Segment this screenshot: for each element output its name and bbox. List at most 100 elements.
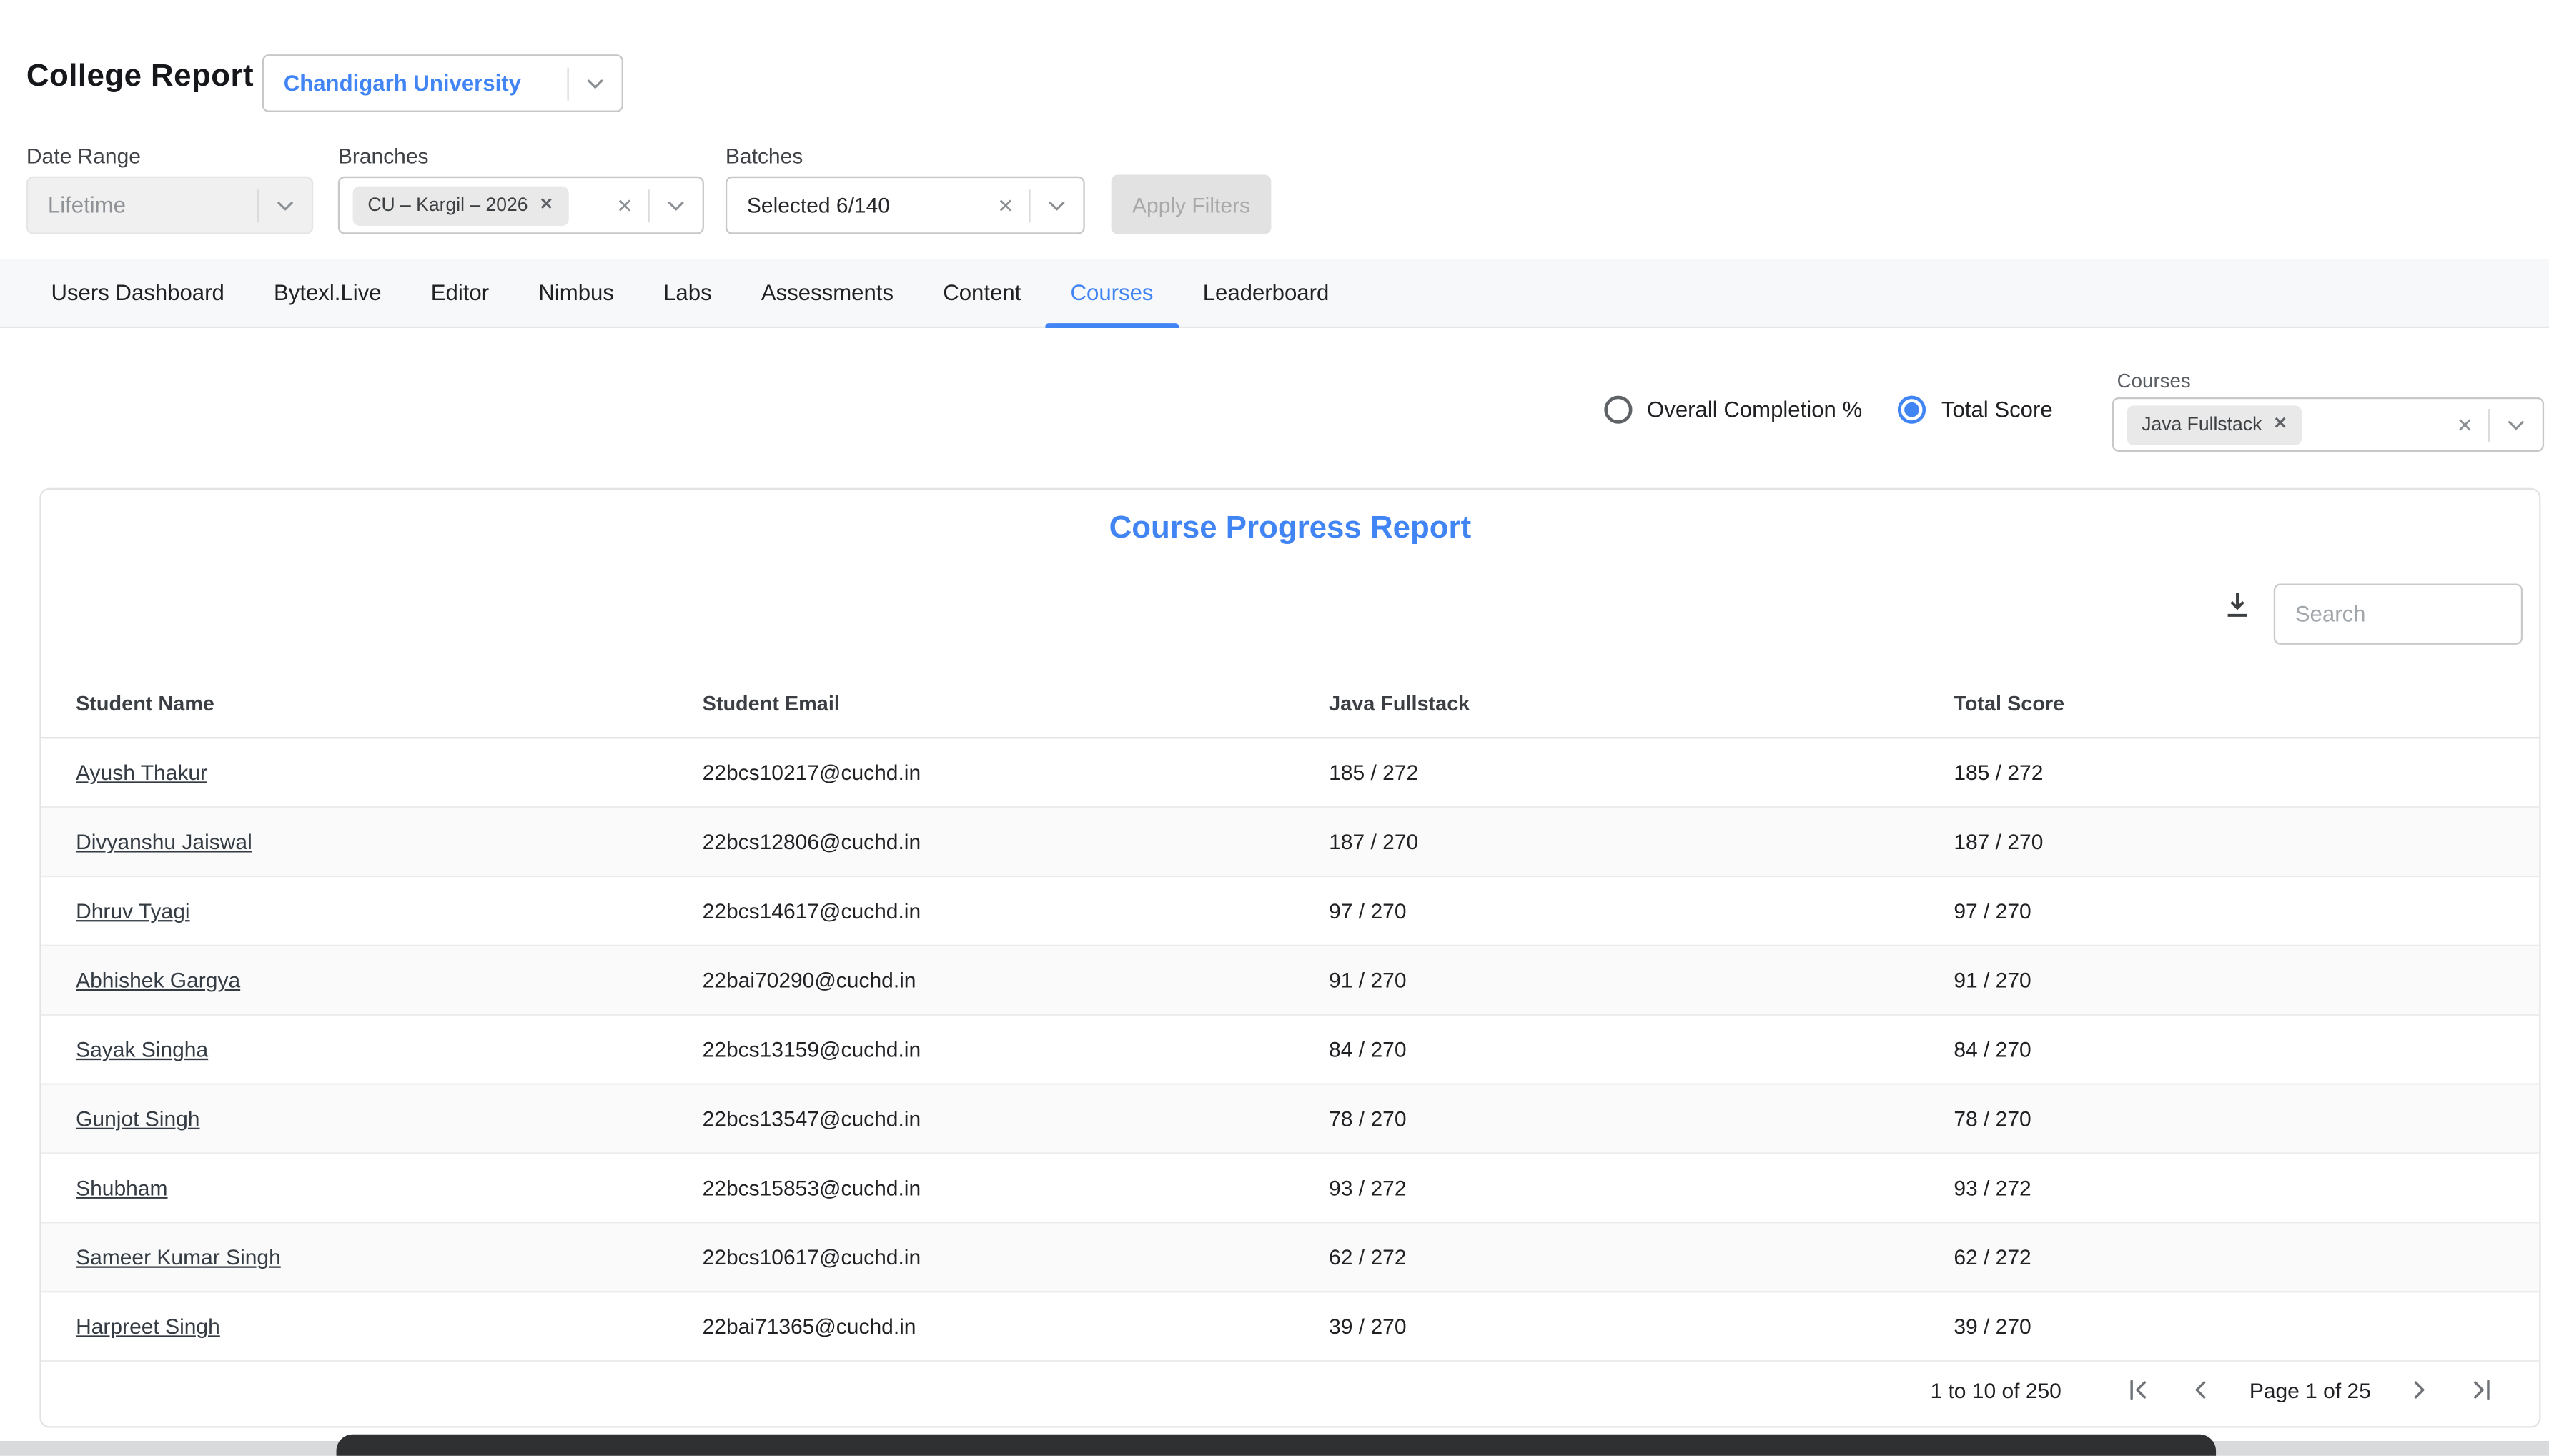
- apply-filters-button[interactable]: Apply Filters: [1112, 174, 1272, 234]
- chevron-down-icon[interactable]: [2490, 411, 2543, 437]
- clear-icon[interactable]: ✕: [602, 194, 648, 217]
- chevron-down-icon[interactable]: [1031, 192, 1084, 219]
- tab-nimbus[interactable]: Nimbus: [514, 259, 639, 327]
- prev-page-button[interactable]: [2180, 1368, 2223, 1411]
- student-email: 22bcs13159@cuchd.in: [703, 1037, 1330, 1062]
- student-name-link[interactable]: Sameer Kumar Singh: [76, 1244, 281, 1269]
- courses-filter-label: Courses: [2117, 370, 2191, 392]
- bottom-overlay-bar: [337, 1435, 2217, 1456]
- college-report-page: College Report | Chandigarh University D…: [0, 0, 2549, 1456]
- branch-chip[interactable]: CU – Kargil – 2026 ✕: [353, 185, 568, 224]
- tab-editor[interactable]: Editor: [406, 259, 514, 327]
- chip-remove-icon[interactable]: ✕: [540, 196, 553, 214]
- tab-label: Labs: [663, 280, 712, 305]
- tab-content[interactable]: Content: [919, 259, 1046, 327]
- java-fullstack-score: 62 / 272: [1329, 1244, 1954, 1269]
- clear-icon[interactable]: ✕: [983, 194, 1029, 217]
- report-card: Course Progress Report Student Name Stud…: [39, 488, 2540, 1428]
- chevron-down-icon[interactable]: [259, 192, 312, 219]
- download-icon: [2221, 588, 2254, 621]
- search-box: [2274, 584, 2523, 645]
- tab-courses[interactable]: Courses: [1046, 259, 1178, 327]
- clear-icon[interactable]: ✕: [2442, 413, 2488, 436]
- java-fullstack-score: 84 / 270: [1329, 1037, 1954, 1062]
- student-email: 22bai71365@cuchd.in: [703, 1314, 1330, 1339]
- tab-users-dashboard[interactable]: Users Dashboard: [26, 259, 249, 327]
- total-score: 91 / 270: [1954, 968, 2539, 993]
- tab-label: Courses: [1071, 280, 1154, 305]
- last-page-button[interactable]: [2460, 1368, 2503, 1411]
- tab-label: Bytexl.Live: [274, 280, 382, 305]
- courses-select[interactable]: Java Fullstack ✕ ✕: [2112, 397, 2544, 452]
- first-page-button[interactable]: [2117, 1368, 2160, 1411]
- first-page-icon: [2124, 1375, 2154, 1405]
- student-name-link[interactable]: Divyanshu Jaiswal: [76, 829, 252, 854]
- student-email: 22bcs10217@cuchd.in: [703, 760, 1330, 785]
- student-name-link[interactable]: Ayush Thakur: [76, 760, 207, 785]
- batches-value: Selected 6/140: [727, 193, 982, 218]
- student-email: 22bai70290@cuchd.in: [703, 968, 1330, 993]
- tab-label: Leaderboard: [1203, 280, 1330, 305]
- chevron-left-icon: [2187, 1375, 2217, 1405]
- batches-label: Batches: [726, 144, 803, 169]
- branch-chip-label: CU – Kargil – 2026: [367, 195, 528, 215]
- tab-label: Assessments: [761, 280, 894, 305]
- chevron-down-icon[interactable]: [569, 70, 622, 96]
- student-name-link[interactable]: Gunjot Singh: [76, 1106, 199, 1131]
- tab-labs[interactable]: Labs: [639, 259, 737, 327]
- branches-select[interactable]: CU – Kargil – 2026 ✕ ✕: [338, 177, 704, 234]
- table-row: Sayak Singha 22bcs13159@cuchd.in 84 / 27…: [41, 1016, 2539, 1085]
- radio-total-score[interactable]: Total Score: [1899, 396, 2053, 424]
- student-email: 22bcs14617@cuchd.in: [703, 898, 1330, 923]
- tab-label: Users Dashboard: [51, 280, 224, 305]
- radio-icon: [1899, 396, 1926, 424]
- java-fullstack-score: 93 / 272: [1329, 1176, 1954, 1201]
- course-chip-label: Java Fullstack: [2142, 415, 2262, 435]
- tab-assessments[interactable]: Assessments: [736, 259, 918, 327]
- total-score: 84 / 270: [1954, 1037, 2539, 1062]
- university-select[interactable]: Chandigarh University: [262, 54, 623, 112]
- java-fullstack-score: 78 / 270: [1329, 1106, 1954, 1131]
- tab-bytexl-live[interactable]: Bytexl.Live: [249, 259, 406, 327]
- table-row: Gunjot Singh 22bcs13547@cuchd.in 78 / 27…: [41, 1085, 2539, 1154]
- chevron-right-icon: [2404, 1375, 2434, 1405]
- total-score: 93 / 272: [1954, 1176, 2539, 1201]
- student-name-link[interactable]: Harpreet Singh: [76, 1314, 220, 1339]
- tab-label: Editor: [431, 280, 489, 305]
- download-button[interactable]: [2214, 582, 2261, 628]
- chip-remove-icon[interactable]: ✕: [2273, 415, 2287, 433]
- table-row: Shubham 22bcs15853@cuchd.in 93 / 272 93 …: [41, 1154, 2539, 1224]
- chevron-down-icon[interactable]: [650, 192, 703, 219]
- student-name-link[interactable]: Shubham: [76, 1176, 167, 1201]
- course-chip[interactable]: Java Fullstack ✕: [2127, 405, 2302, 444]
- report-title: Course Progress Report: [41, 511, 2539, 548]
- score-toggle-group: Overall Completion % Total Score: [1604, 396, 2053, 424]
- tab-bar: Users Dashboard Bytexl.Live Editor Nimbu…: [0, 259, 2549, 328]
- radio-label: Total Score: [1941, 397, 2053, 422]
- next-page-button[interactable]: [2397, 1368, 2440, 1411]
- student-email: 22bcs12806@cuchd.in: [703, 829, 1330, 854]
- student-name-link[interactable]: Dhruv Tyagi: [76, 898, 189, 923]
- column-header-total-score: Total Score: [1954, 693, 2539, 715]
- pagination-range: 1 to 10 of 250: [1930, 1377, 2061, 1402]
- date-range-value: Lifetime: [28, 193, 257, 218]
- date-range-select[interactable]: Lifetime: [26, 177, 313, 234]
- table-body: Ayush Thakur 22bcs10217@cuchd.in 185 / 2…: [41, 738, 2539, 1362]
- student-email: 22bcs10617@cuchd.in: [703, 1244, 1330, 1269]
- total-score: 97 / 270: [1954, 898, 2539, 923]
- table-header: Student Name Student Email Java Fullstac…: [41, 671, 2539, 739]
- branches-label: Branches: [338, 144, 429, 169]
- radio-label: Overall Completion %: [1647, 397, 1862, 422]
- java-fullstack-score: 39 / 270: [1329, 1314, 1954, 1339]
- radio-overall-completion[interactable]: Overall Completion %: [1604, 396, 1862, 424]
- student-email: 22bcs13547@cuchd.in: [703, 1106, 1330, 1131]
- pagination-nav: Page 1 of 25: [2117, 1368, 2503, 1411]
- column-header-student-email: Student Email: [703, 693, 1330, 715]
- table-row: Sameer Kumar Singh 22bcs10617@cuchd.in 6…: [41, 1223, 2539, 1292]
- student-name-link[interactable]: Abhishek Gargya: [76, 968, 240, 993]
- tab-leaderboard[interactable]: Leaderboard: [1178, 259, 1354, 327]
- batches-select[interactable]: Selected 6/140 ✕: [726, 177, 1085, 234]
- student-name-link[interactable]: Sayak Singha: [76, 1037, 208, 1062]
- column-header-java-fullstack: Java Fullstack: [1329, 693, 1954, 715]
- search-input[interactable]: [2275, 585, 2521, 643]
